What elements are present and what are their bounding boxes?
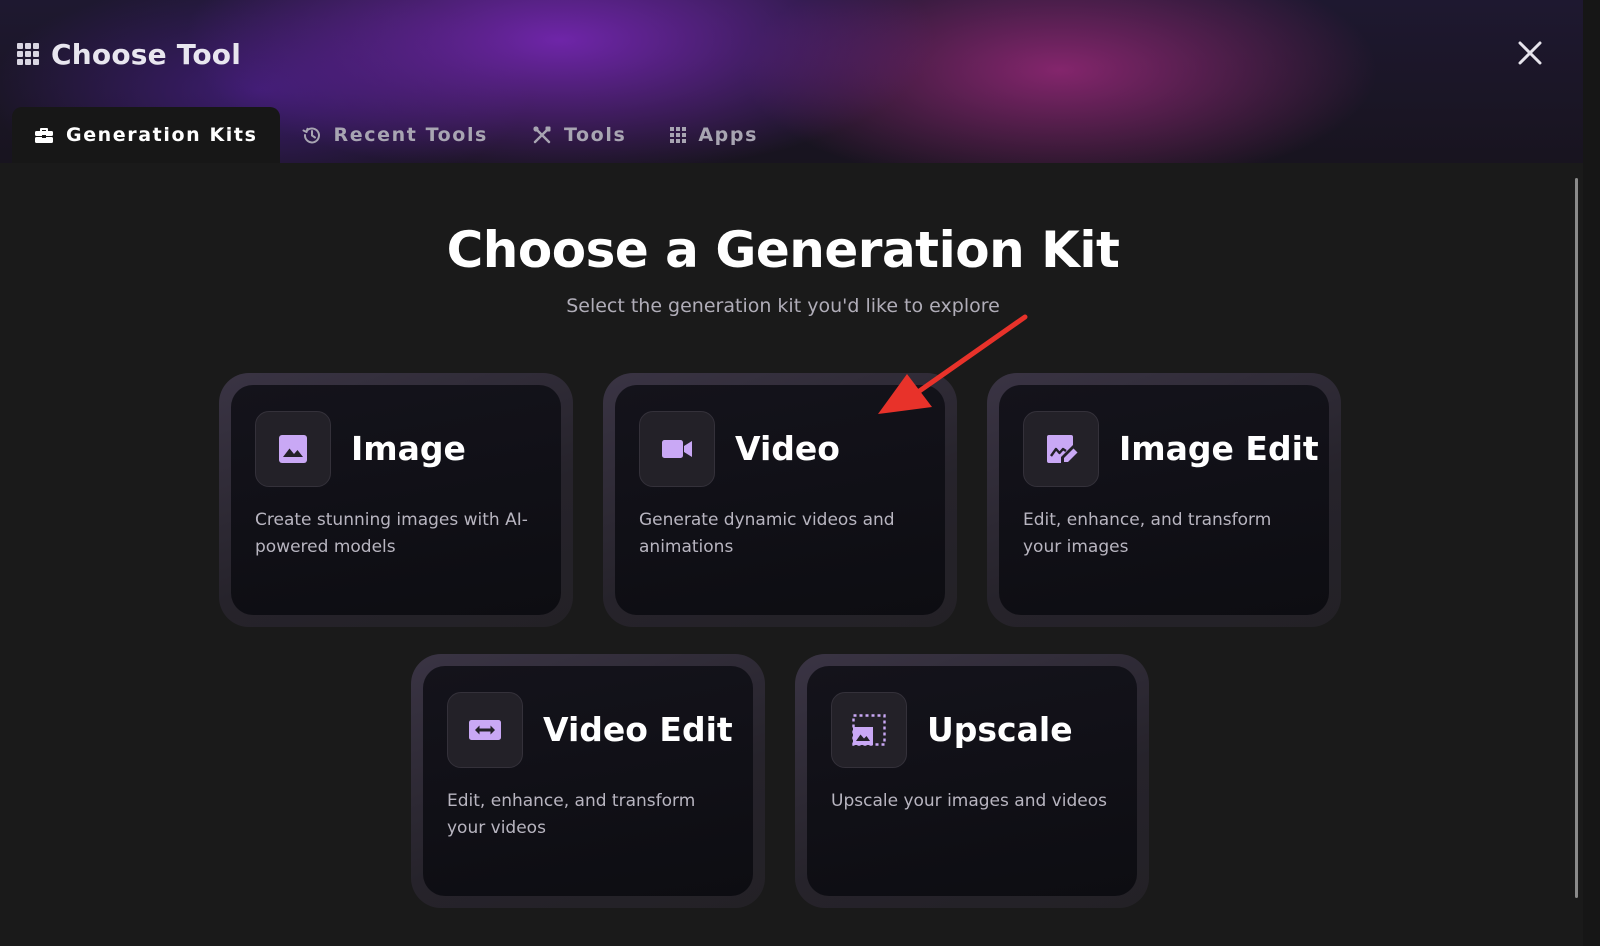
kit-icon-tile: [639, 411, 715, 487]
kit-card-body: Upscale Upscale your images and videos: [807, 666, 1137, 896]
kit-title: Upscale: [927, 710, 1073, 749]
kit-description: Edit, enhance, and transform your videos: [447, 791, 696, 838]
tab-apps[interactable]: Apps: [648, 107, 780, 163]
tab-tools[interactable]: Tools: [510, 107, 648, 163]
apps-grid-icon: [670, 127, 687, 143]
kit-card-upscale[interactable]: Upscale Upscale your images and videos: [795, 654, 1149, 908]
page-subtitle: Select the generation kit you'd like to …: [566, 295, 1000, 317]
choose-tool-modal: Choose Tool Generation Kits Recent Tools…: [0, 0, 1583, 946]
generation-kits-panel: Choose a Generation Kit Select the gener…: [0, 163, 1583, 946]
tab-bar: Generation Kits Recent Tools Tools Apps: [12, 107, 780, 163]
toolbox-icon: [35, 128, 53, 143]
upscale-icon: [852, 714, 886, 746]
kit-title: Video: [735, 429, 840, 468]
kit-card-body: Video Generate dynamic videos and animat…: [615, 385, 945, 615]
kit-title: Image Edit: [1119, 429, 1319, 468]
tools-icon: [533, 126, 551, 144]
kit-title: Video Edit: [543, 710, 733, 749]
kit-description: Upscale your images and videos: [831, 791, 1107, 811]
tab-recent-tools[interactable]: Recent Tools: [280, 107, 510, 163]
modal-title-row: Choose Tool: [17, 34, 241, 74]
kit-card-body: Image Create stunning images with AI-pow…: [231, 385, 561, 615]
kit-title: Image: [351, 429, 466, 468]
tab-label: Generation Kits: [66, 124, 258, 146]
close-icon: [1518, 41, 1542, 65]
image-icon: [279, 435, 307, 463]
kit-description: Create stunning images with AI-powered m…: [255, 510, 528, 557]
kit-description: Generate dynamic videos and animations: [639, 510, 895, 557]
close-button[interactable]: [1513, 36, 1547, 70]
video-edit-icon: [469, 720, 501, 740]
kit-icon-tile: [447, 692, 523, 768]
kit-icon-tile: [1023, 411, 1099, 487]
kit-icon-tile: [831, 692, 907, 768]
kit-description: Edit, enhance, and transform your images: [1023, 510, 1272, 557]
kit-card-body: Video Edit Edit, enhance, and transform …: [423, 666, 753, 896]
kit-card-body: Image Edit Edit, enhance, and transform …: [999, 385, 1329, 615]
kit-card-video[interactable]: Video Generate dynamic videos and animat…: [603, 373, 957, 627]
modal-title: Choose Tool: [51, 37, 242, 71]
tab-label: Apps: [698, 124, 758, 146]
kit-card-video-edit[interactable]: Video Edit Edit, enhance, and transform …: [411, 654, 765, 908]
history-icon: [302, 127, 320, 144]
video-camera-icon: [662, 440, 692, 458]
scrollbar[interactable]: [1575, 178, 1578, 898]
tab-label: Tools: [563, 124, 627, 146]
kit-icon-tile: [255, 411, 331, 487]
kit-card-image[interactable]: Image Create stunning images with AI-pow…: [219, 373, 573, 627]
tab-label: Recent Tools: [333, 124, 488, 146]
kit-card-image-edit[interactable]: Image Edit Edit, enhance, and transform …: [987, 373, 1341, 627]
modal-header: Choose Tool Generation Kits Recent Tools…: [0, 0, 1583, 163]
grid-icon: [17, 43, 39, 65]
tab-generation-kits[interactable]: Generation Kits: [12, 107, 280, 163]
image-edit-icon: [1047, 435, 1078, 463]
page-title: Choose a Generation Kit: [446, 221, 1120, 279]
